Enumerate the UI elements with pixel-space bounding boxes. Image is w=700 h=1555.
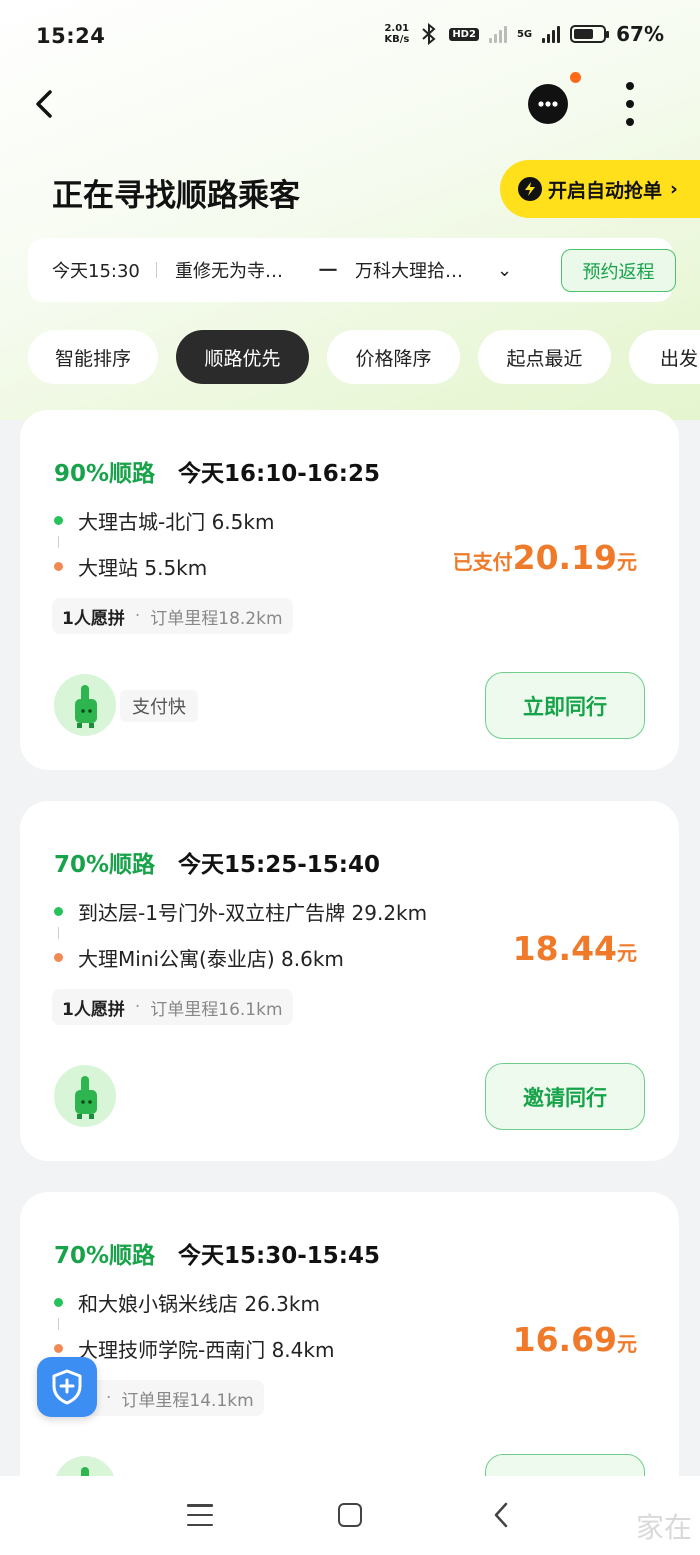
thumbs-up-avatar-icon: [54, 674, 116, 736]
route-match: 70%顺路: [54, 1243, 156, 1269]
signal-strong-icon: [542, 25, 561, 43]
net-speed-value: 2.01: [384, 23, 410, 34]
screen: 15:24 2.01 KB/s HD2 5G 67% 正在寻找顺路乘客 开启自动…: [0, 0, 700, 1555]
signal-weak-icon: [488, 25, 507, 43]
route-time: 今天15:30: [52, 261, 140, 282]
order-card[interactable]: 90%顺路 今天16:10-16:25 大理古城-北门 6.5km 大理站 5.…: [20, 410, 679, 770]
back-arrow-icon[interactable]: [28, 86, 64, 122]
tab-departure[interactable]: 出发: [629, 330, 700, 384]
tab-route-first[interactable]: 顺路优先: [176, 330, 309, 384]
tag-separator: ·: [134, 606, 141, 626]
invite-ride-button[interactable]: 邀请同行: [485, 1063, 645, 1130]
order-tags: 1人愿拼 · 订单里程16.1km: [52, 989, 293, 1025]
chevron-down-icon[interactable]: ⌄: [497, 260, 517, 281]
pickup-dot: [54, 516, 63, 525]
route-line: [58, 1318, 59, 1330]
pickup-location: 和大娘小锅米线店 26.3km: [78, 1292, 320, 1316]
hd-badge: HD2: [449, 27, 479, 41]
order-card[interactable]: 70%顺路 今天15:25-15:40 到达层-1号门外-双立柱广告牌 29.2…: [20, 801, 679, 1161]
price: 16.69 元: [513, 1320, 637, 1359]
order-distance: 订单里程16.1km: [150, 999, 283, 1020]
price-prefix: 已支付: [452, 550, 513, 574]
more-options-icon[interactable]: [620, 82, 640, 126]
seat-info: 1人愿拼: [62, 999, 125, 1020]
auto-grab-label: 开启自动抢单: [548, 179, 663, 202]
schedule-return-button[interactable]: 预约返程: [561, 249, 676, 292]
system-nav-bar: 家在: [0, 1476, 700, 1555]
net-speed: 2.01 KB/s: [384, 23, 409, 45]
price-unit: 元: [617, 941, 637, 965]
route-match: 70%顺路: [54, 852, 156, 878]
route-line: [58, 927, 59, 939]
route-selector[interactable]: 今天15:30 重修无为寺… 一 万科大理拾… ⌄ 预约返程: [28, 238, 676, 302]
order-distance: 订单里程14.1km: [121, 1390, 254, 1411]
order-tags: 1人愿拼 · 订单里程18.2km: [52, 598, 293, 634]
route-arrow: 一: [319, 261, 337, 282]
battery-level: [574, 29, 593, 39]
tab-price-desc[interactable]: 价格降序: [327, 330, 460, 384]
tag-separator: ·: [134, 997, 141, 1017]
safety-center-button[interactable]: [37, 1357, 97, 1417]
dropoff-location: 大理Mini公寓(泰业店) 8.6km: [78, 947, 344, 971]
route-line: [58, 536, 59, 548]
time-slot: 今天15:30-15:45: [178, 1243, 380, 1269]
price: 已支付 20.19 元: [453, 538, 637, 577]
tag-separator: ·: [106, 1388, 112, 1408]
price-value: 16.69: [512, 1320, 617, 1359]
price-unit: 元: [617, 1332, 637, 1356]
price: 18.44 元: [513, 929, 637, 968]
unread-dot: [570, 72, 581, 83]
price-value: 18.44: [512, 929, 617, 968]
dropoff-dot: [54, 953, 63, 962]
dropoff-dot: [54, 562, 63, 571]
passenger-badge: 支付快: [120, 690, 198, 722]
recent-apps-icon[interactable]: [187, 1504, 213, 1526]
order-distance: 订单里程18.2km: [150, 608, 283, 629]
route-to: 万科大理拾…: [355, 261, 463, 282]
price-unit: 元: [617, 550, 637, 574]
watermark-logo: 家在: [635, 1511, 692, 1544]
tab-smart-sort[interactable]: 智能排序: [28, 330, 158, 384]
network-type: 5G: [516, 28, 533, 40]
message-dots-icon: [538, 101, 558, 107]
price-value: 20.19: [512, 538, 617, 577]
message-button[interactable]: [528, 84, 568, 124]
route-from: 重修无为寺…: [175, 261, 283, 282]
pickup-location: 到达层-1号门外-双立柱广告牌 29.2km: [78, 901, 428, 925]
dropoff-dot: [54, 1344, 63, 1353]
net-speed-unit: KB/s: [384, 34, 410, 45]
accept-ride-button[interactable]: 立即同行: [485, 672, 645, 739]
time-slot: 今天16:10-16:25: [178, 461, 380, 487]
lightning-icon: [518, 177, 542, 201]
pickup-dot: [54, 907, 63, 916]
route-divider: [156, 262, 157, 278]
dropoff-location: 大理站 5.5km: [78, 556, 208, 580]
time-slot: 今天15:25-15:40: [178, 852, 380, 878]
sort-tabs: 智能排序 顺路优先 价格降序 起点最近 出发: [28, 330, 700, 384]
status-icons: 2.01 KB/s HD2 5G 67%: [384, 22, 664, 46]
battery-icon: [570, 25, 610, 43]
auto-grab-button[interactable]: 开启自动抢单 ›: [500, 160, 700, 218]
pickup-location: 大理古城-北门 6.5km: [78, 510, 275, 534]
seat-info: 1人愿拼: [62, 608, 125, 629]
pickup-dot: [54, 1298, 63, 1307]
home-icon[interactable]: [338, 1503, 362, 1527]
bluetooth-icon: [422, 23, 436, 45]
status-time: 15:24: [36, 24, 106, 48]
dropoff-location: 大理技师学院-西南门 8.4km: [78, 1338, 335, 1362]
chevron-right-icon: ›: [670, 178, 678, 200]
route-match: 90%顺路: [54, 461, 156, 487]
battery-percent: 67%: [616, 22, 664, 46]
page-title: 正在寻找顺路乘客: [52, 178, 300, 214]
tab-nearest-start[interactable]: 起点最近: [478, 330, 611, 384]
thumbs-up-avatar-icon: [54, 1065, 116, 1127]
shield-plus-icon: [52, 1369, 82, 1405]
system-back-icon[interactable]: [490, 1500, 514, 1530]
